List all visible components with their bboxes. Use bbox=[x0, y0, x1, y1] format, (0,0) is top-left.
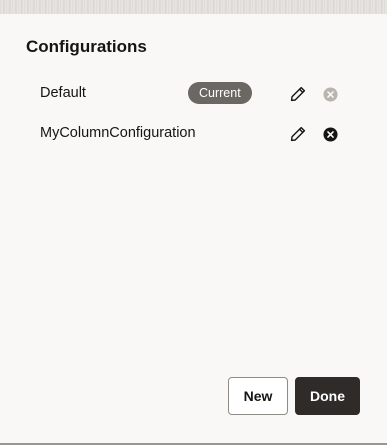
background-overlay-strip bbox=[0, 0, 387, 14]
close-circle-icon bbox=[322, 126, 338, 142]
delete-mycolumnconfiguration-button[interactable] bbox=[320, 124, 340, 144]
new-button[interactable]: New bbox=[228, 377, 288, 415]
edit-default-button[interactable] bbox=[288, 84, 308, 104]
configuration-row-default: Default Current bbox=[0, 82, 387, 106]
pencil-icon bbox=[290, 86, 306, 102]
delete-default-button[interactable] bbox=[320, 84, 340, 104]
configuration-name: MyColumnConfiguration bbox=[40, 125, 196, 141]
close-circle-icon bbox=[322, 86, 338, 102]
dialog-title: Configurations bbox=[26, 37, 147, 56]
done-button[interactable]: Done bbox=[295, 377, 360, 415]
edit-mycolumnconfiguration-button[interactable] bbox=[288, 124, 308, 144]
pencil-icon bbox=[290, 126, 306, 142]
configuration-row-mycolumnconfiguration: MyColumnConfiguration bbox=[0, 122, 387, 146]
configurations-dialog: Configurations Default Current MyColumnC… bbox=[0, 14, 387, 443]
configuration-name: Default bbox=[40, 85, 86, 101]
current-badge: Current bbox=[188, 82, 252, 104]
